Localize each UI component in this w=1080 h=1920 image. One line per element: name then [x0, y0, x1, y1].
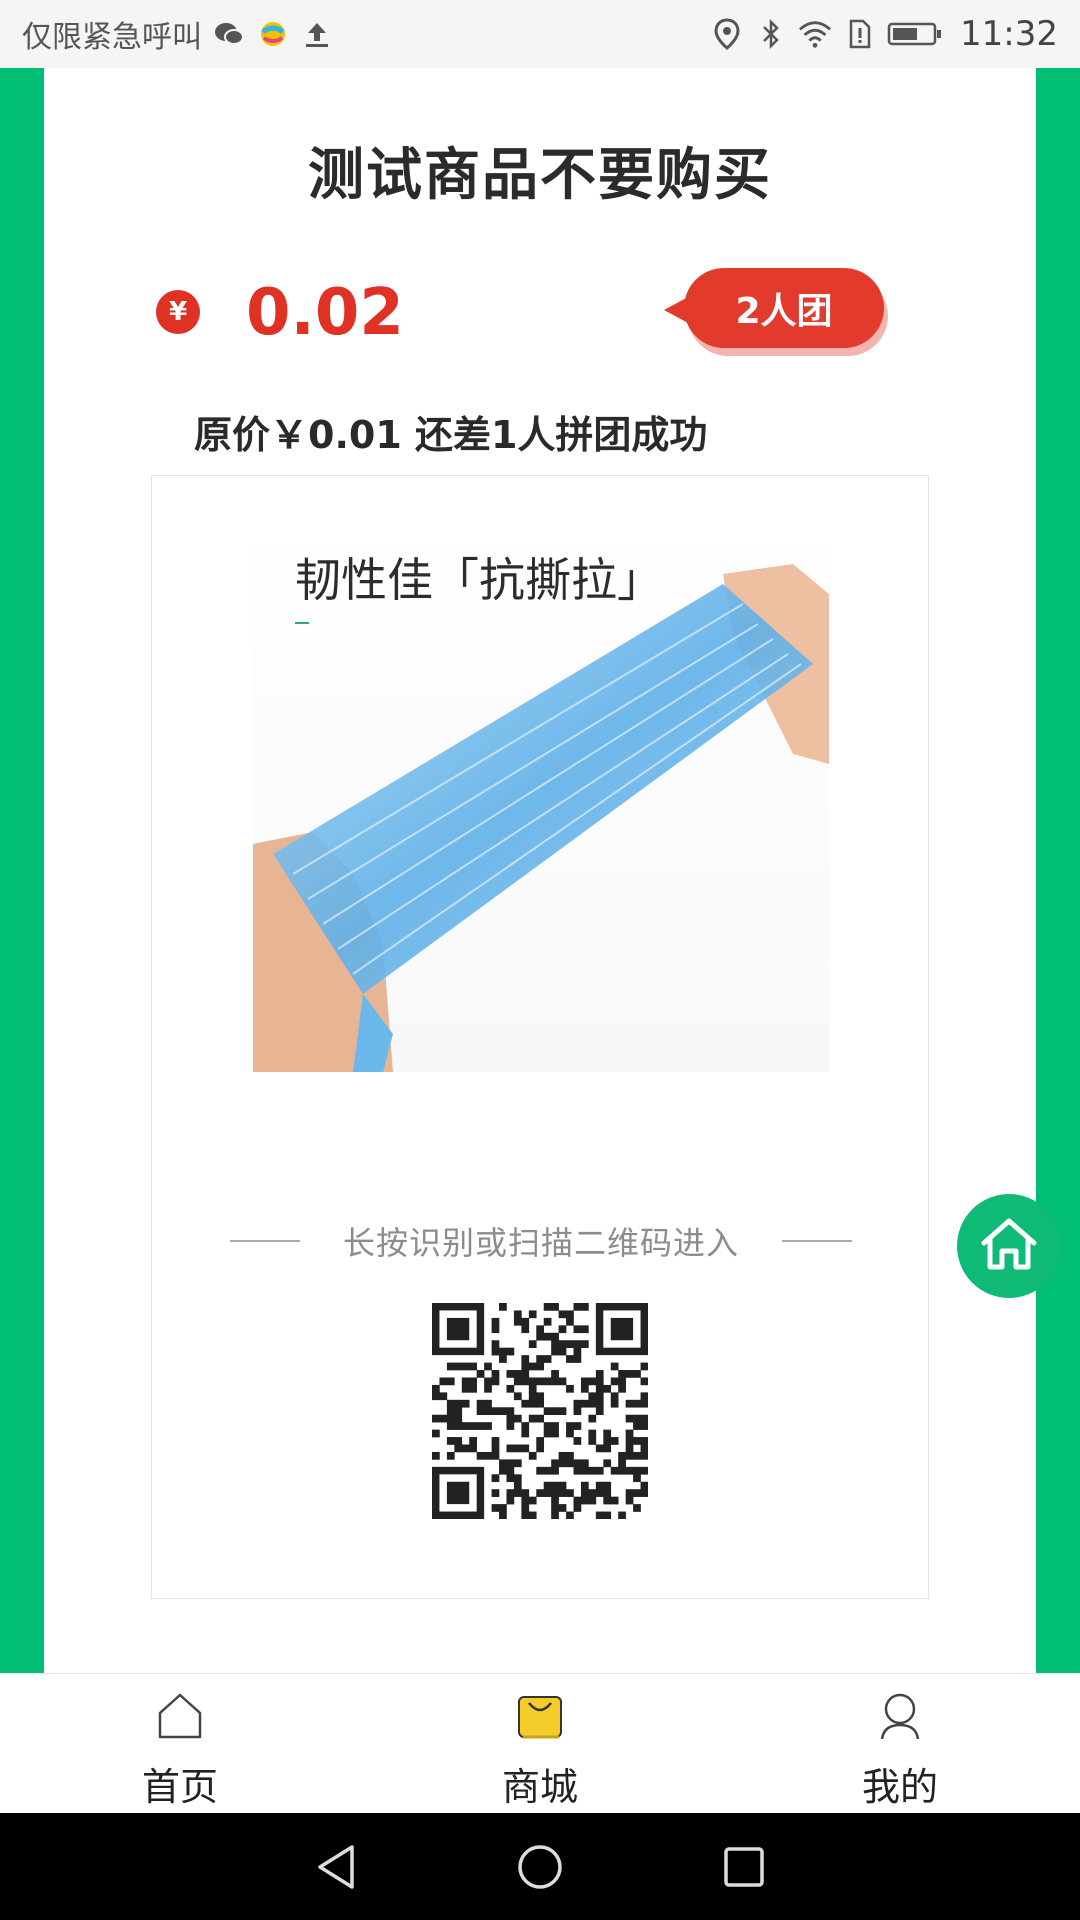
wechat-icon: [212, 17, 246, 51]
home-icon: [980, 1217, 1038, 1275]
product-image: 韧性佳「抗撕拉」: [253, 514, 829, 1072]
group-size-badge: 2人团: [664, 268, 884, 354]
battery-icon: [886, 17, 944, 51]
tab-profile[interactable]: 我的: [720, 1674, 1080, 1813]
system-navigation-bar: [0, 1813, 1080, 1920]
shopping-bag-icon: [512, 1688, 568, 1744]
location-icon: [710, 17, 744, 51]
status-bar-left: 仅限紧急呼叫: [22, 12, 334, 56]
colorful-app-icon: [256, 17, 290, 51]
main-content[interactable]: 测试商品不要购买 ¥ 0.02 2人团 原价￥0.01 还差1人拼团成功 韧性佳…: [0, 68, 1080, 1673]
user-icon: [872, 1688, 928, 1744]
qr-code[interactable]: [431, 1302, 649, 1520]
scan-hint-row: 长按识别或扫描二维码进入: [230, 1218, 852, 1264]
divider-left: [230, 1240, 300, 1242]
bluetooth-icon: [754, 17, 788, 51]
recents-square-icon[interactable]: [717, 1840, 771, 1894]
group-size-label: 2人团: [684, 268, 884, 348]
home-outline-icon: [152, 1688, 208, 1744]
status-bar-right: 11:32: [710, 14, 1058, 54]
upload-icon: [300, 17, 334, 51]
original-price-status: 原价￥0.01 还差1人拼团成功: [194, 413, 708, 457]
product-caption: 韧性佳「抗撕拉」: [295, 553, 663, 607]
tab-mall-label: 商城: [501, 1765, 578, 1809]
home-circle-icon[interactable]: [513, 1840, 567, 1894]
product-title: 测试商品不要购买: [308, 143, 772, 208]
sim-alert-icon: [842, 17, 876, 51]
divider-right: [781, 1240, 852, 1242]
scan-hint-text: 长按识别或扫描二维码进入: [342, 1224, 739, 1262]
price-row: ¥ 0.02 2人团: [156, 268, 884, 368]
carrier-text: 仅限紧急呼叫: [22, 20, 202, 55]
status-bar: 仅限紧急呼叫 11:32: [0, 0, 1080, 68]
caption-underline: [295, 622, 309, 624]
floating-home-button[interactable]: [957, 1194, 1061, 1298]
back-triangle-icon[interactable]: [309, 1840, 363, 1894]
poster-card: 韧性佳「抗撕拉」 长按识别或扫描二维码进入: [151, 475, 929, 1599]
wifi-icon: [798, 17, 832, 51]
yen-icon: ¥: [156, 290, 200, 334]
tab-profile-label: 我的: [861, 1765, 938, 1809]
clock: 11:32: [960, 14, 1058, 54]
share-poster: 测试商品不要购买 ¥ 0.02 2人团 原价￥0.01 还差1人拼团成功 韧性佳…: [44, 68, 1036, 1673]
group-price: 0.02: [246, 276, 404, 350]
tab-mall[interactable]: 商城: [360, 1674, 720, 1813]
tab-home[interactable]: 首页: [0, 1674, 360, 1813]
bottom-tab-bar: 首页 商城 我的: [0, 1673, 1080, 1813]
tab-home-label: 首页: [141, 1765, 218, 1809]
